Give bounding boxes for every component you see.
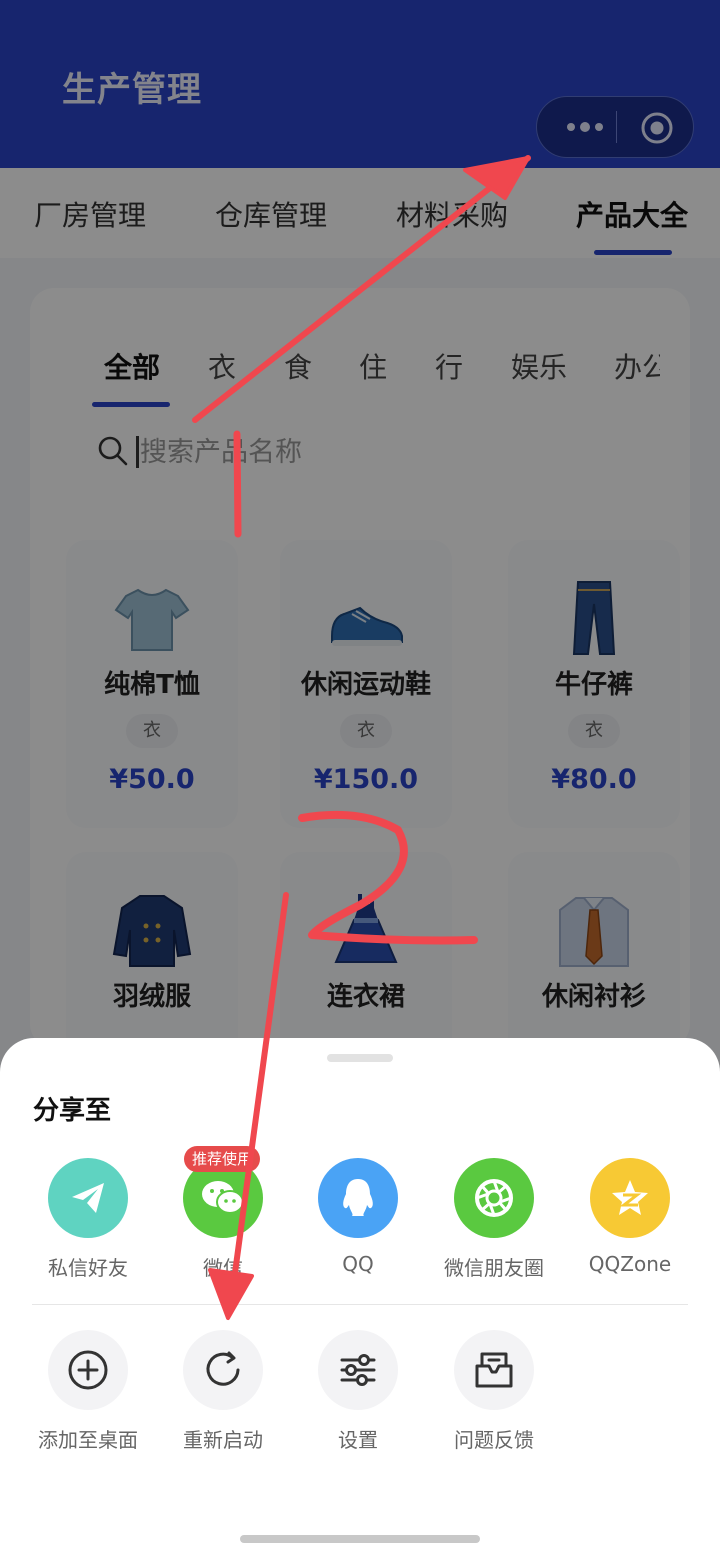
feedback-icon (454, 1330, 534, 1410)
share-qzone[interactable]: QQZone (562, 1158, 698, 1276)
share-wechat[interactable]: 微信 (155, 1158, 291, 1281)
action-label: 重新启动 (183, 1428, 263, 1452)
share-label: QQ (342, 1252, 374, 1276)
recommended-badge: 推荐使用 (184, 1146, 261, 1172)
share-qq[interactable]: QQ (290, 1158, 426, 1276)
action-label: 设置 (338, 1428, 378, 1452)
action-label: 问题反馈 (454, 1428, 534, 1452)
share-label: 微信 (203, 1256, 243, 1280)
share-label: QQZone (588, 1252, 672, 1276)
action-label: 添加至桌面 (38, 1428, 138, 1452)
add-icon (48, 1330, 128, 1410)
action-settings[interactable]: 设置 (290, 1330, 426, 1453)
sheet-title: 分享至 (33, 1096, 112, 1126)
share-moments[interactable]: 微信朋友圈 (426, 1158, 562, 1281)
action-feedback[interactable]: 问题反馈 (426, 1330, 562, 1453)
action-add-to-desktop[interactable]: 添加至桌面 (20, 1330, 156, 1453)
share-sheet: 分享至 私信好友 微信 QQ 微信朋友圈 QQZone 添加至桌面 重新启动 设… (0, 1038, 720, 1558)
sheet-grab-handle[interactable] (327, 1054, 393, 1062)
share-label: 私信好友 (48, 1256, 128, 1280)
sliders-icon (318, 1330, 398, 1410)
restart-icon (183, 1330, 263, 1410)
moments-icon (454, 1158, 534, 1238)
paper-plane-icon (48, 1158, 128, 1238)
sheet-divider (32, 1304, 688, 1305)
qzone-icon (590, 1158, 670, 1238)
home-indicator (240, 1535, 480, 1543)
action-restart[interactable]: 重新启动 (155, 1330, 291, 1453)
share-private-message[interactable]: 私信好友 (20, 1158, 156, 1281)
qq-icon (318, 1158, 398, 1238)
share-label: 微信朋友圈 (444, 1256, 544, 1280)
